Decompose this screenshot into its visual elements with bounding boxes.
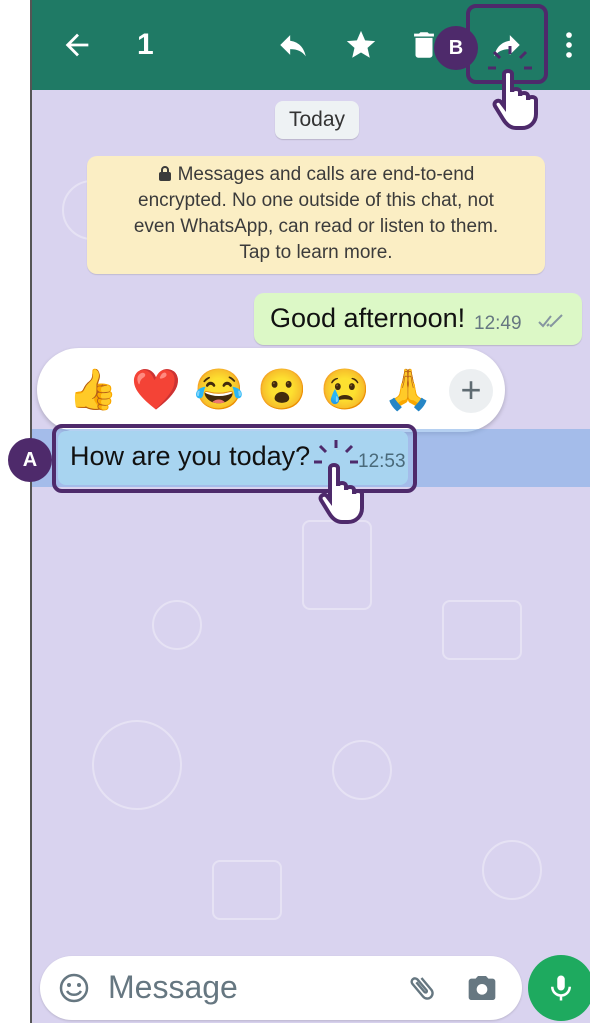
wallpaper-doodle [212,860,282,920]
annotation-badge-a: A [8,438,52,482]
message-time: 12:49 [474,313,522,334]
add-reaction-button[interactable]: + [449,369,493,413]
selected-count: 1 [137,28,154,61]
mic-button[interactable] [528,955,590,1021]
reply-icon[interactable] [276,28,310,62]
date-chip: Today [275,101,360,139]
reaction-pray[interactable]: 🙏 [382,364,434,416]
wallpaper-doodle [92,720,182,810]
message-input[interactable]: Message [108,969,238,1006]
lock-icon [158,166,171,181]
paperclip-icon[interactable] [406,972,438,1004]
encryption-line-2: encrypted. No one outside of this chat, … [138,190,494,211]
reaction-surprised[interactable]: 😮 [256,364,308,416]
arrow-left-icon[interactable] [60,28,94,62]
hand-pointer-icon [314,440,364,524]
encryption-line-1: Messages and calls are end-to-end [87,162,545,188]
chat-screen: 1 B Today Messages and calls are end-to-… [30,0,590,1023]
encryption-line-4: Tap to learn more. [239,242,393,263]
hand-pointer-icon [488,46,538,130]
reaction-bar: 👍 ❤️ 😂 😮 😢 🙏 + [37,348,505,432]
encryption-line-3: even WhatsApp, can read or listen to the… [133,216,499,237]
reaction-heart[interactable]: ❤️ [130,364,182,416]
wallpaper-doodle [302,520,372,610]
wallpaper-doodle [332,740,392,800]
wallpaper-doodle [442,600,522,660]
camera-icon[interactable] [466,972,498,1004]
annotation-badge-b: B [434,26,478,70]
message-composer[interactable]: Message [40,956,522,1020]
wallpaper-doodle [152,600,202,650]
message-text: Good afternoon! [270,303,466,333]
emoji-icon[interactable] [58,972,90,1004]
reaction-sad[interactable]: 😢 [319,364,371,416]
star-icon[interactable] [344,28,378,62]
outgoing-message[interactable]: Good afternoon! 12:49 [254,293,582,345]
double-check-icon [538,314,563,328]
encryption-notice[interactable]: Messages and calls are end-to-end encryp… [87,156,545,274]
more-vert-icon[interactable] [552,28,586,62]
wallpaper-doodle [482,840,542,900]
reaction-thumbs-up[interactable]: 👍 [67,364,119,416]
mic-icon [551,975,571,1001]
reaction-laugh[interactable]: 😂 [193,364,245,416]
